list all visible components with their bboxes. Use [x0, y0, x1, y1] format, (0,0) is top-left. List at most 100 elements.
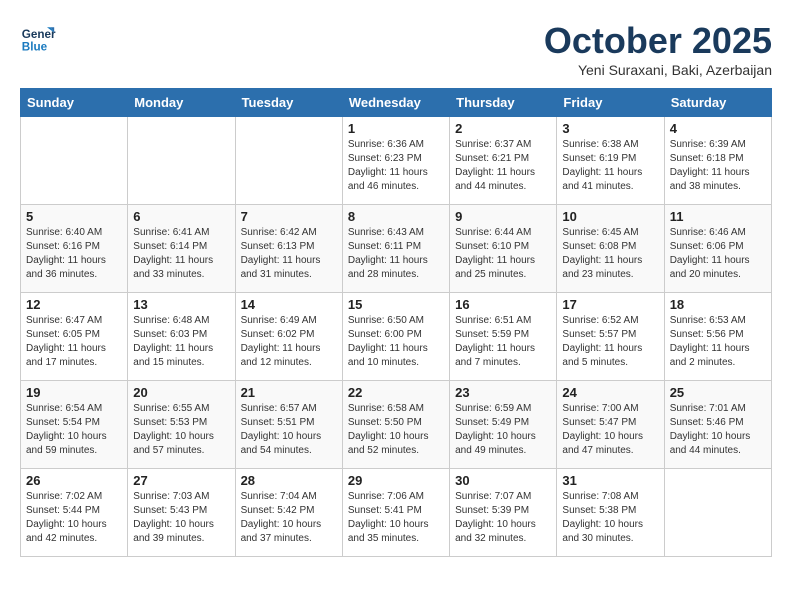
- day-info: Sunrise: 6:41 AM Sunset: 6:14 PM Dayligh…: [133, 226, 229, 282]
- day-number: 22: [348, 385, 444, 400]
- day-cell: 28Sunrise: 7:04 AM Sunset: 5:42 PM Dayli…: [235, 469, 342, 557]
- day-cell: 7 Sunrise: 6:42 AM Sunset: 6:13 PM Daylig…: [235, 205, 342, 293]
- day-cell: 5Sunrise: 6:40 AM Sunset: 6:16 PM Daylig…: [21, 205, 128, 293]
- day-number: 23: [455, 385, 551, 400]
- day-info: Sunrise: 7:08 AM Sunset: 5:38 PM Dayligh…: [562, 490, 658, 546]
- header-tuesday: Tuesday: [235, 89, 342, 117]
- week-row-0: 1 Sunrise: 6:36 AM Sunset: 6:23 PM Daylig…: [21, 117, 772, 205]
- day-cell: 16 Sunrise: 6:51 AM Sunset: 5:59 PM Dayli…: [450, 293, 557, 381]
- day-info: Sunrise: 6:47 AM Sunset: 6:05 PM Dayligh…: [26, 314, 122, 370]
- day-number: 29: [348, 473, 444, 488]
- day-number: 28: [241, 473, 337, 488]
- week-row-4: 26 Sunrise: 7:02 AM Sunset: 5:44 PM Dayli…: [21, 469, 772, 557]
- day-cell: 18 Sunrise: 6:53 AM Sunset: 5:56 PM Dayli…: [664, 293, 771, 381]
- title-block: October 2025 Yeni Suraxani, Baki, Azerba…: [544, 20, 772, 78]
- day-cell: 26 Sunrise: 7:02 AM Sunset: 5:44 PM Dayli…: [21, 469, 128, 557]
- day-info: Sunrise: 6:50 AM Sunset: 6:00 PM Dayligh…: [348, 314, 444, 370]
- day-cell: 22 Sunrise: 6:58 AM Sunset: 5:50 PM Dayli…: [342, 381, 449, 469]
- day-cell: 17 Sunrise: 6:52 AM Sunset: 5:57 PM Dayli…: [557, 293, 664, 381]
- day-cell: 8Sunrise: 6:43 AM Sunset: 6:11 PM Daylig…: [342, 205, 449, 293]
- header-thursday: Thursday: [450, 89, 557, 117]
- day-info: Sunrise: 6:36 AM Sunset: 6:23 PM Dayligh…: [348, 138, 444, 194]
- day-number: 1: [348, 121, 444, 136]
- svg-text:Blue: Blue: [22, 41, 48, 54]
- day-cell: [235, 117, 342, 205]
- day-info: Sunrise: 6:51 AM Sunset: 5:59 PM Dayligh…: [455, 314, 551, 370]
- day-number: 15: [348, 297, 444, 312]
- day-cell: 25 Sunrise: 7:01 AM Sunset: 5:46 PM Dayli…: [664, 381, 771, 469]
- day-info: Sunrise: 7:01 AM Sunset: 5:46 PM Dayligh…: [670, 402, 766, 458]
- day-number: 25: [670, 385, 766, 400]
- day-cell: 11 Sunrise: 6:46 AM Sunset: 6:06 PM Dayli…: [664, 205, 771, 293]
- day-info: Sunrise: 7:00 AM Sunset: 5:47 PM Dayligh…: [562, 402, 658, 458]
- day-cell: 23 Sunrise: 6:59 AM Sunset: 5:49 PM Dayli…: [450, 381, 557, 469]
- day-info: Sunrise: 7:03 AM Sunset: 5:43 PM Dayligh…: [133, 490, 229, 546]
- day-number: 26: [26, 473, 122, 488]
- day-number: 19: [26, 385, 122, 400]
- header-saturday: Saturday: [664, 89, 771, 117]
- day-info: Sunrise: 6:48 AM Sunset: 6:03 PM Dayligh…: [133, 314, 229, 370]
- day-info: Sunrise: 6:52 AM Sunset: 5:57 PM Dayligh…: [562, 314, 658, 370]
- day-info: Sunrise: 7:06 AM Sunset: 5:41 PM Dayligh…: [348, 490, 444, 546]
- day-cell: 19 Sunrise: 6:54 AM Sunset: 5:54 PM Dayli…: [21, 381, 128, 469]
- logo-icon: General Blue: [20, 20, 56, 56]
- day-cell: 2 Sunrise: 6:37 AM Sunset: 6:21 PM Daylig…: [450, 117, 557, 205]
- day-info: Sunrise: 7:07 AM Sunset: 5:39 PM Dayligh…: [455, 490, 551, 546]
- day-info: Sunrise: 6:59 AM Sunset: 5:49 PM Dayligh…: [455, 402, 551, 458]
- day-number: 9: [455, 209, 551, 224]
- header-wednesday: Wednesday: [342, 89, 449, 117]
- day-number: 30: [455, 473, 551, 488]
- day-number: 13: [133, 297, 229, 312]
- day-info: Sunrise: 6:38 AM Sunset: 6:19 PM Dayligh…: [562, 138, 658, 194]
- day-number: 24: [562, 385, 658, 400]
- day-cell: 4Sunrise: 6:39 AM Sunset: 6:18 PM Daylig…: [664, 117, 771, 205]
- day-number: 14: [241, 297, 337, 312]
- day-cell: 27 Sunrise: 7:03 AM Sunset: 5:43 PM Dayli…: [128, 469, 235, 557]
- day-number: 18: [670, 297, 766, 312]
- day-cell: 9Sunrise: 6:44 AM Sunset: 6:10 PM Daylig…: [450, 205, 557, 293]
- calendar-table: SundayMondayTuesdayWednesdayThursdayFrid…: [20, 88, 772, 557]
- day-info: Sunrise: 6:42 AM Sunset: 6:13 PM Dayligh…: [241, 226, 337, 282]
- page-header: General Blue October 2025 Yeni Suraxani,…: [20, 20, 772, 78]
- day-number: 17: [562, 297, 658, 312]
- day-cell: 31 Sunrise: 7:08 AM Sunset: 5:38 PM Dayli…: [557, 469, 664, 557]
- header-row: SundayMondayTuesdayWednesdayThursdayFrid…: [21, 89, 772, 117]
- day-number: 11: [670, 209, 766, 224]
- day-number: 20: [133, 385, 229, 400]
- day-number: 3: [562, 121, 658, 136]
- day-info: Sunrise: 6:58 AM Sunset: 5:50 PM Dayligh…: [348, 402, 444, 458]
- header-monday: Monday: [128, 89, 235, 117]
- day-cell: 24 Sunrise: 7:00 AM Sunset: 5:47 PM Dayli…: [557, 381, 664, 469]
- day-info: Sunrise: 6:54 AM Sunset: 5:54 PM Dayligh…: [26, 402, 122, 458]
- day-cell: 15 Sunrise: 6:50 AM Sunset: 6:00 PM Dayli…: [342, 293, 449, 381]
- day-number: 5: [26, 209, 122, 224]
- day-number: 31: [562, 473, 658, 488]
- day-number: 7: [241, 209, 337, 224]
- day-cell: 3 Sunrise: 6:38 AM Sunset: 6:19 PM Daylig…: [557, 117, 664, 205]
- day-info: Sunrise: 6:37 AM Sunset: 6:21 PM Dayligh…: [455, 138, 551, 194]
- day-info: Sunrise: 6:45 AM Sunset: 6:08 PM Dayligh…: [562, 226, 658, 282]
- day-info: Sunrise: 6:53 AM Sunset: 5:56 PM Dayligh…: [670, 314, 766, 370]
- day-number: 12: [26, 297, 122, 312]
- day-info: Sunrise: 6:46 AM Sunset: 6:06 PM Dayligh…: [670, 226, 766, 282]
- day-number: 6: [133, 209, 229, 224]
- day-cell: [664, 469, 771, 557]
- day-cell: 10Sunrise: 6:45 AM Sunset: 6:08 PM Dayli…: [557, 205, 664, 293]
- day-cell: 13 Sunrise: 6:48 AM Sunset: 6:03 PM Dayli…: [128, 293, 235, 381]
- day-number: 21: [241, 385, 337, 400]
- day-number: 16: [455, 297, 551, 312]
- month-title: October 2025: [544, 20, 772, 62]
- day-cell: 12 Sunrise: 6:47 AM Sunset: 6:05 PM Dayli…: [21, 293, 128, 381]
- day-number: 27: [133, 473, 229, 488]
- day-cell: 6 Sunrise: 6:41 AM Sunset: 6:14 PM Daylig…: [128, 205, 235, 293]
- day-number: 8: [348, 209, 444, 224]
- day-info: Sunrise: 6:39 AM Sunset: 6:18 PM Dayligh…: [670, 138, 766, 194]
- day-info: Sunrise: 7:02 AM Sunset: 5:44 PM Dayligh…: [26, 490, 122, 546]
- day-cell: [21, 117, 128, 205]
- week-row-3: 19 Sunrise: 6:54 AM Sunset: 5:54 PM Dayli…: [21, 381, 772, 469]
- logo: General Blue: [20, 20, 56, 56]
- day-number: 2: [455, 121, 551, 136]
- location-subtitle: Yeni Suraxani, Baki, Azerbaijan: [544, 62, 772, 78]
- day-cell: [128, 117, 235, 205]
- day-info: Sunrise: 6:49 AM Sunset: 6:02 PM Dayligh…: [241, 314, 337, 370]
